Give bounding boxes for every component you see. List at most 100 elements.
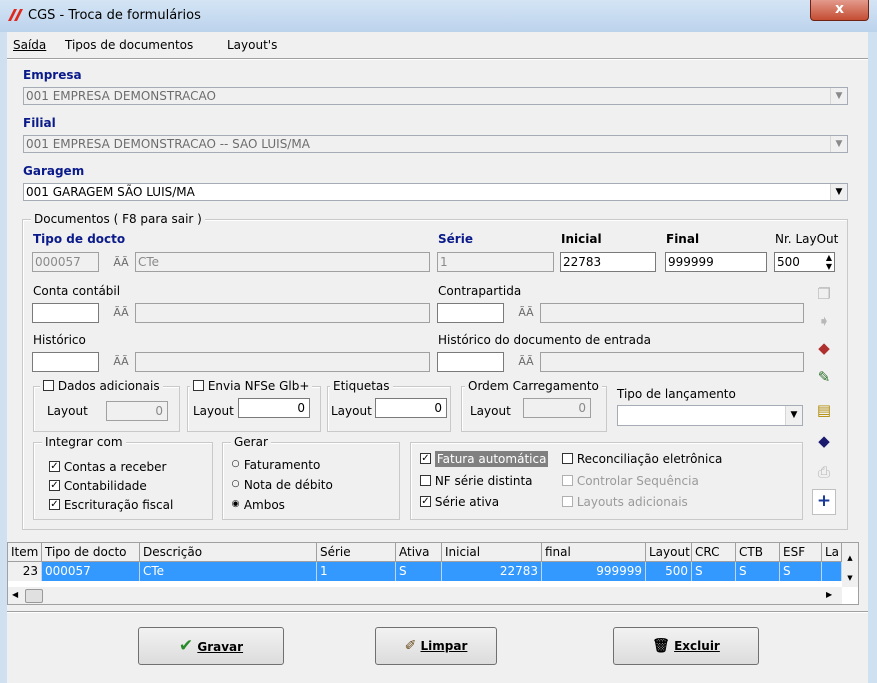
checkbox-icon[interactable]: ✓ [49, 480, 60, 491]
row-layout-cell[interactable]: 500 [646, 562, 692, 581]
historico-code-field[interactable] [32, 352, 99, 372]
checkbox-icon[interactable] [562, 453, 573, 464]
nf-serie-distinta[interactable]: NF série distinta [420, 474, 533, 488]
serie-field[interactable]: 1 [437, 252, 554, 272]
historico-entrada-code-field[interactable] [437, 352, 504, 372]
col-crc-header[interactable]: CRC [692, 543, 736, 562]
grid-hscrollbar[interactable]: ◀ ▶ [8, 587, 842, 604]
col-layout-header[interactable]: Layout [646, 543, 692, 562]
scroll-thumb[interactable] [25, 589, 43, 603]
ordem-layout-field[interactable]: 0 [523, 398, 591, 418]
row-crc-cell[interactable]: S [692, 562, 736, 581]
binoculars-icon[interactable]: ÃÃ [110, 352, 132, 372]
empresa-combo[interactable]: 001 EMPRESA DEMONSTRACAO ▼ [23, 87, 848, 105]
row-inicial-cell[interactable]: 22783 [442, 562, 542, 581]
reconciliacao-eletronica[interactable]: Reconciliação eletrônica [562, 452, 722, 466]
checkbox-icon[interactable]: ✓ [420, 496, 431, 507]
radio-selected-icon[interactable]: ◉ [231, 500, 240, 509]
chevron-down-icon[interactable]: ▼ [830, 184, 847, 200]
row-la-cell[interactable] [822, 562, 842, 581]
etiquetas-layout-field[interactable]: 0 [375, 398, 447, 418]
integrar-contabilidade[interactable]: ✓ Contabilidade [49, 479, 147, 493]
gravar-button[interactable]: ✔ Gravar [138, 627, 284, 665]
chevron-down-icon[interactable]: ▼ [830, 136, 847, 152]
scroll-right-icon[interactable]: ▶ [826, 590, 832, 599]
row-descricao-cell[interactable]: CTe [140, 562, 317, 581]
integrar-escrituracao[interactable]: ✓ Escrituração fiscal [49, 498, 173, 512]
layouts-adicionais[interactable]: Layouts adicionais [562, 495, 688, 509]
envia-nfse-layout-field[interactable]: 0 [238, 398, 310, 418]
fatura-automatica[interactable]: ✓ Fatura automática [420, 451, 549, 471]
dados-adicionais-layout-field[interactable]: 0 [106, 401, 168, 421]
checkbox-icon[interactable] [562, 496, 573, 507]
print-icon[interactable]: ⎙ [812, 461, 836, 483]
checkbox-icon[interactable]: ✓ [49, 461, 60, 472]
radio-icon[interactable]: ○ [231, 480, 240, 489]
gerar-ambos[interactable]: ◉ Ambos [231, 498, 285, 512]
close-button[interactable]: x [810, 0, 869, 21]
checkbox-icon[interactable]: ✓ [49, 499, 60, 510]
tipo-docto-code-field[interactable]: 000057 [32, 252, 99, 272]
excluir-button[interactable]: 🗑 Excluir [613, 627, 759, 665]
binoculars-icon[interactable]: ÃÃ [515, 352, 537, 372]
tipo-lancamento-combo[interactable]: ▼ [617, 405, 803, 426]
menu-layouts[interactable]: Layout's [227, 38, 277, 52]
contrapartida-code-field[interactable] [437, 303, 504, 323]
checkbox-icon[interactable] [562, 475, 573, 486]
checkbox-icon[interactable]: ✓ [420, 453, 431, 464]
controlar-sequencia[interactable]: Controlar Sequência [562, 474, 699, 488]
menu-tipos-documentos[interactable]: Tipos de documentos [65, 38, 193, 52]
col-tipo-header[interactable]: Tipo de docto [42, 543, 140, 562]
documents-grid[interactable]: Item Tipo de docto Descrição Série Ativa… [7, 542, 859, 605]
chevron-down-icon[interactable]: ▼ [830, 88, 847, 104]
inicial-field[interactable]: 22783 [560, 252, 656, 272]
row-ctb-cell[interactable]: S [736, 562, 780, 581]
row-serie-cell[interactable]: 1 [317, 562, 396, 581]
serie-ativa[interactable]: ✓ Série ativa [420, 495, 499, 509]
col-ativa-header[interactable]: Ativa [396, 543, 442, 562]
col-final-header[interactable]: final [542, 543, 646, 562]
conta-contabil-desc-field[interactable] [135, 303, 430, 323]
dados-adicionais-toggle[interactable]: Dados adicionais [40, 379, 163, 393]
col-esf-header[interactable]: ESF [780, 543, 822, 562]
limpar-button[interactable]: ✐ Limpar [375, 627, 497, 665]
row-ativa-cell[interactable]: S [396, 562, 442, 581]
eraser-icon[interactable]: ◆ [812, 337, 836, 359]
col-serie-header[interactable]: Série [317, 543, 396, 562]
tipo-docto-desc-field[interactable]: CTe [135, 252, 430, 272]
gerar-nota-debito[interactable]: ○ Nota de débito [231, 478, 333, 492]
radio-icon[interactable]: ○ [231, 460, 240, 469]
integrar-contas-receber[interactable]: ✓ Contas a receber [49, 460, 166, 474]
edit-document-icon[interactable]: ✎ [812, 366, 836, 388]
envia-nfse-toggle[interactable]: Envia NFSe Glb+ [190, 379, 313, 393]
binoculars-icon[interactable]: ÃÃ [110, 303, 132, 323]
final-field[interactable]: 999999 [665, 252, 767, 272]
historico-desc-field[interactable] [135, 352, 430, 372]
row-tipo-cell[interactable]: 000057 [42, 562, 140, 581]
garagem-combo[interactable]: 001 GARAGEM SÃO LUIS/MA ▼ [23, 183, 848, 201]
chevron-down-icon[interactable]: ▼ [785, 406, 802, 425]
col-descricao-header[interactable]: Descrição [140, 543, 317, 562]
dados-adicionais-checkbox[interactable] [43, 380, 54, 391]
copy-icon[interactable]: ❐ [812, 283, 836, 305]
envia-nfse-checkbox[interactable] [193, 380, 204, 391]
paste-icon[interactable]: ➧ [812, 310, 836, 332]
menu-saida[interactable]: Saída [13, 38, 46, 52]
historico-entrada-desc-field[interactable] [540, 352, 804, 372]
conta-contabil-code-field[interactable] [32, 303, 99, 323]
checkbox-icon[interactable] [420, 475, 431, 486]
filial-combo[interactable]: 001 EMPRESA DEMONSTRACAO -- SAO LUIS/MA … [23, 135, 848, 153]
binoculars-icon[interactable]: ÃÃ [515, 303, 537, 323]
contrapartida-desc-field[interactable] [540, 303, 804, 323]
row-final-cell[interactable]: 999999 [542, 562, 646, 581]
row-esf-cell[interactable]: S [780, 562, 822, 581]
nr-layout-stepper[interactable]: 500 ▲ ▼ [774, 252, 835, 272]
col-ctb-header[interactable]: CTB [736, 543, 780, 562]
scroll-left-icon[interactable]: ◀ [12, 590, 18, 599]
col-inicial-header[interactable]: Inicial [442, 543, 542, 562]
binoculars-icon[interactable]: ÃÃ [110, 253, 132, 273]
report-icon[interactable]: ▤ [812, 399, 836, 421]
col-la-header[interactable]: La [822, 543, 842, 562]
clear-icon[interactable]: ◆ [812, 430, 836, 452]
grid-vscrollbar[interactable]: ▲ ▼ [842, 543, 858, 587]
